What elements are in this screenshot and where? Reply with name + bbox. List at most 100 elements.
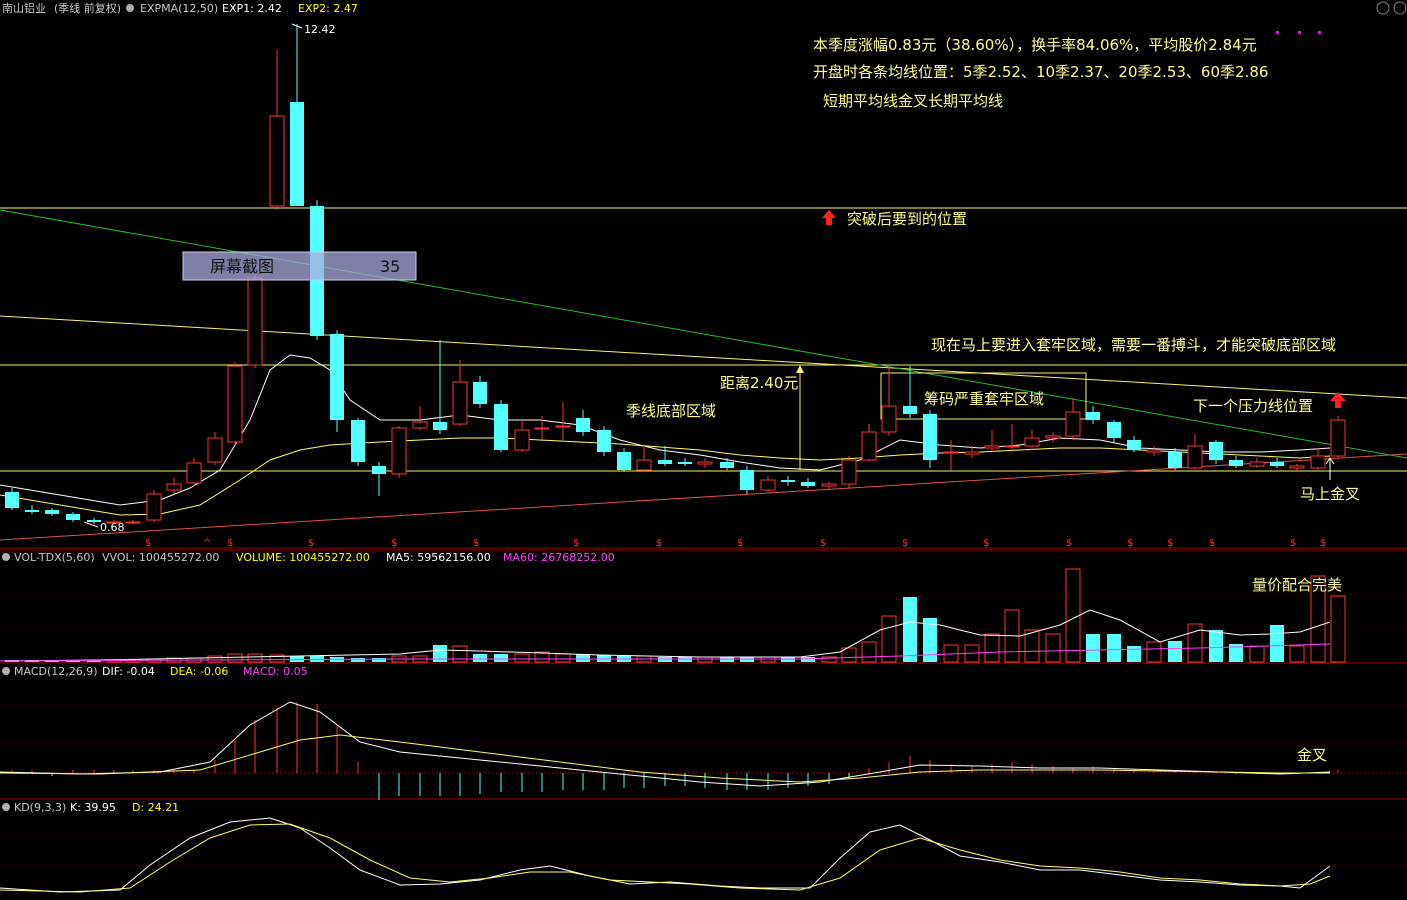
svg-text:MACD(12,26,9): MACD(12,26,9)	[14, 665, 98, 678]
volume-bar-up	[1045, 633, 1061, 663]
volume-bar-down	[1168, 641, 1182, 662]
magenta-dots	[1276, 31, 1321, 34]
svg-text:DIF: -0.04: DIF: -0.04	[102, 665, 155, 678]
candle-down	[597, 430, 611, 452]
vol-note: 量价配合完美	[1252, 576, 1342, 594]
candle-down	[494, 404, 508, 450]
expma-label: EXPMA(12,50)	[140, 2, 218, 15]
overlay-value: 35	[380, 257, 400, 276]
panel-frames	[0, 547, 1407, 865]
candle-down	[658, 460, 672, 464]
dividend-marker: $	[573, 538, 579, 549]
candle-down	[66, 514, 80, 520]
dividend-marker: $	[227, 538, 233, 549]
volume-bar-up	[514, 653, 530, 663]
macd-header: MACD(12,26,9) DIF: -0.04 DEA: -0.06 MACD…	[2, 665, 308, 678]
candle-down	[351, 420, 365, 462]
candle-down	[330, 334, 344, 420]
distance-note: 距离2.40元	[720, 374, 798, 392]
candle-down	[1270, 462, 1284, 466]
volume-bar-down	[494, 654, 508, 662]
info-line-3: 短期平均线金叉长期平均线	[823, 92, 1003, 110]
candle-up	[636, 459, 652, 471]
macd-bars	[11, 702, 1339, 800]
candle-down	[678, 462, 692, 464]
volume-bar-down	[1209, 630, 1223, 662]
breakout-note: 突破后要到的位置	[847, 210, 967, 228]
next-pressure-note: 下一个压力线位置	[1193, 397, 1313, 415]
dividend-marker: $	[145, 538, 151, 549]
dividend-marker: $	[1127, 538, 1133, 549]
trap-zone-note: 筹码严重套牢区域	[924, 390, 1044, 408]
candle-up	[412, 421, 428, 429]
candle-down	[25, 510, 39, 512]
candle-up	[881, 405, 897, 433]
candle-down	[781, 480, 795, 482]
candle-up	[1045, 435, 1061, 439]
candle-up	[984, 445, 1000, 449]
dividend-markers: $ $ $ $ $ $ $ $ $ $ $ $ $ $ $ $ $ ^	[145, 538, 1326, 549]
exp1-value: EXP1: 2.42	[222, 2, 282, 15]
candle-up	[1330, 419, 1346, 457]
candle-up	[247, 277, 263, 366]
candle-down	[801, 482, 815, 486]
candle-down	[1229, 460, 1243, 466]
candle-down	[617, 452, 631, 470]
down-trend-line	[0, 209, 1407, 459]
info-line-1: 本季度涨幅0.83元（38.60%），换手率84.06%，平均股价2.84元	[813, 36, 1257, 54]
dividend-marker: $	[902, 538, 908, 549]
dividend-marker: $	[391, 538, 397, 549]
expma-lines	[0, 354, 1331, 516]
candle-down	[290, 102, 304, 206]
candle-up	[186, 462, 202, 484]
overlay-label: 屏幕截图	[210, 257, 274, 276]
candle-up	[861, 431, 877, 461]
vol-header: VOL-TDX(5,60) VVOL: 100455272.00 VOLUME:…	[2, 551, 615, 564]
candle-up	[1249, 461, 1265, 467]
volume-bar-up	[984, 633, 1000, 663]
volume-bar-up	[881, 615, 897, 663]
candle-down	[1127, 440, 1141, 450]
volume-bar-up	[555, 653, 571, 663]
volume-bar-up	[1249, 645, 1265, 663]
volume-bar-down	[576, 654, 590, 662]
candle-up	[760, 479, 776, 491]
svg-text:KD(9,3,3): KD(9,3,3)	[14, 801, 66, 814]
candle-down	[372, 466, 386, 474]
stock-chart: $ $ $ $ $ $ $ $ $ $ $ $ $ $ $ $ $ ^ 南山铝业 (季线 前复权) EXPMA(1…	[0, 1, 1407, 893]
exp2-value: EXP2: 2.47	[298, 2, 358, 15]
candle-up	[227, 365, 243, 443]
candle-down	[923, 414, 937, 460]
candle-down	[433, 422, 447, 430]
candle-up	[821, 483, 837, 487]
volume-bar-up	[207, 655, 223, 663]
candle-up	[1146, 449, 1162, 453]
candle-down	[576, 418, 590, 432]
candle-up	[1310, 455, 1326, 469]
svg-text:MA5: 59562156.00: MA5: 59562156.00	[386, 551, 491, 564]
volume-bar-down	[1127, 646, 1141, 662]
marker-arrow: ^	[203, 538, 211, 549]
candle-up	[146, 493, 162, 521]
candle-up	[964, 451, 980, 455]
svg-text:VVOL: 100455272.00: VVOL: 100455272.00	[102, 551, 219, 564]
candle-down	[87, 520, 101, 522]
macd-note: 金叉	[1297, 746, 1327, 764]
dividend-marker: $	[983, 538, 989, 549]
volume-bar-up	[452, 645, 468, 663]
svg-text:MACD: 0.05: MACD: 0.05	[243, 665, 308, 678]
candle-up	[1187, 445, 1203, 469]
main-header: 南山铝业 (季线 前复权) EXPMA(12,50) EXP1: 2.42 EX…	[2, 1, 358, 15]
dividend-marker: $	[308, 538, 314, 549]
candle-down	[1209, 442, 1223, 460]
dividend-marker: $	[1167, 538, 1173, 549]
candle-up	[207, 437, 223, 463]
svg-text:D: 24.21: D: 24.21	[132, 801, 179, 814]
candle-up	[555, 425, 571, 428]
golden-cross-note: 马上金叉	[1300, 485, 1360, 503]
volume-bar-down	[801, 657, 815, 662]
candle-up	[943, 451, 959, 454]
volume-bar-up	[227, 653, 243, 663]
dividend-marker: $	[820, 538, 826, 549]
settings-dot-icon	[2, 667, 10, 675]
